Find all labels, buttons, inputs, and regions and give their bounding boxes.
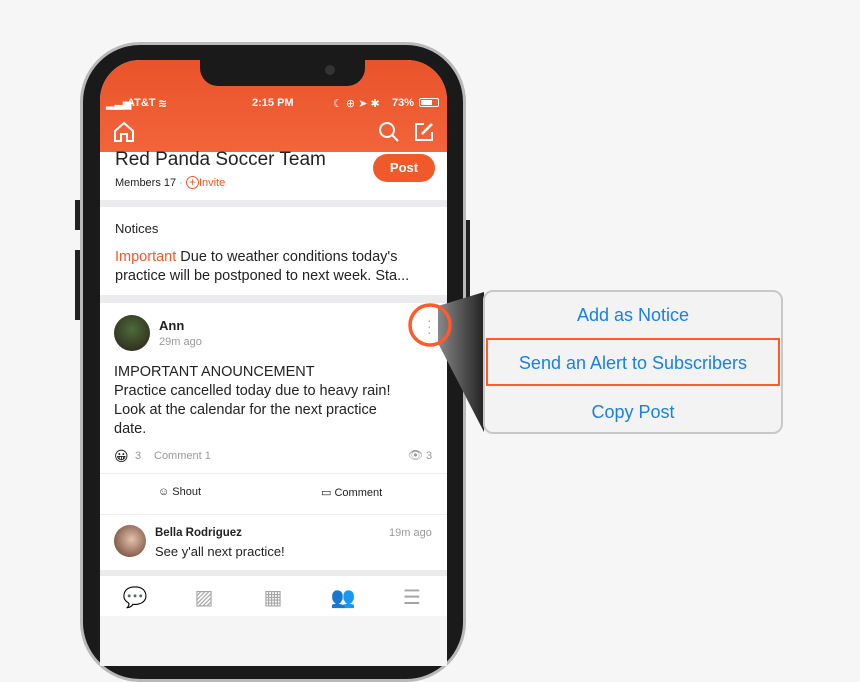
menu-item-copy-post[interactable]: Copy Post: [485, 402, 781, 423]
menu-item-add-as-notice[interactable]: Add as Notice: [485, 305, 781, 326]
menu-item-send-alert[interactable]: Send an Alert to Subscribers: [485, 353, 781, 374]
post-options-menu: Add as Notice Send an Alert to Subscribe…: [483, 290, 783, 434]
